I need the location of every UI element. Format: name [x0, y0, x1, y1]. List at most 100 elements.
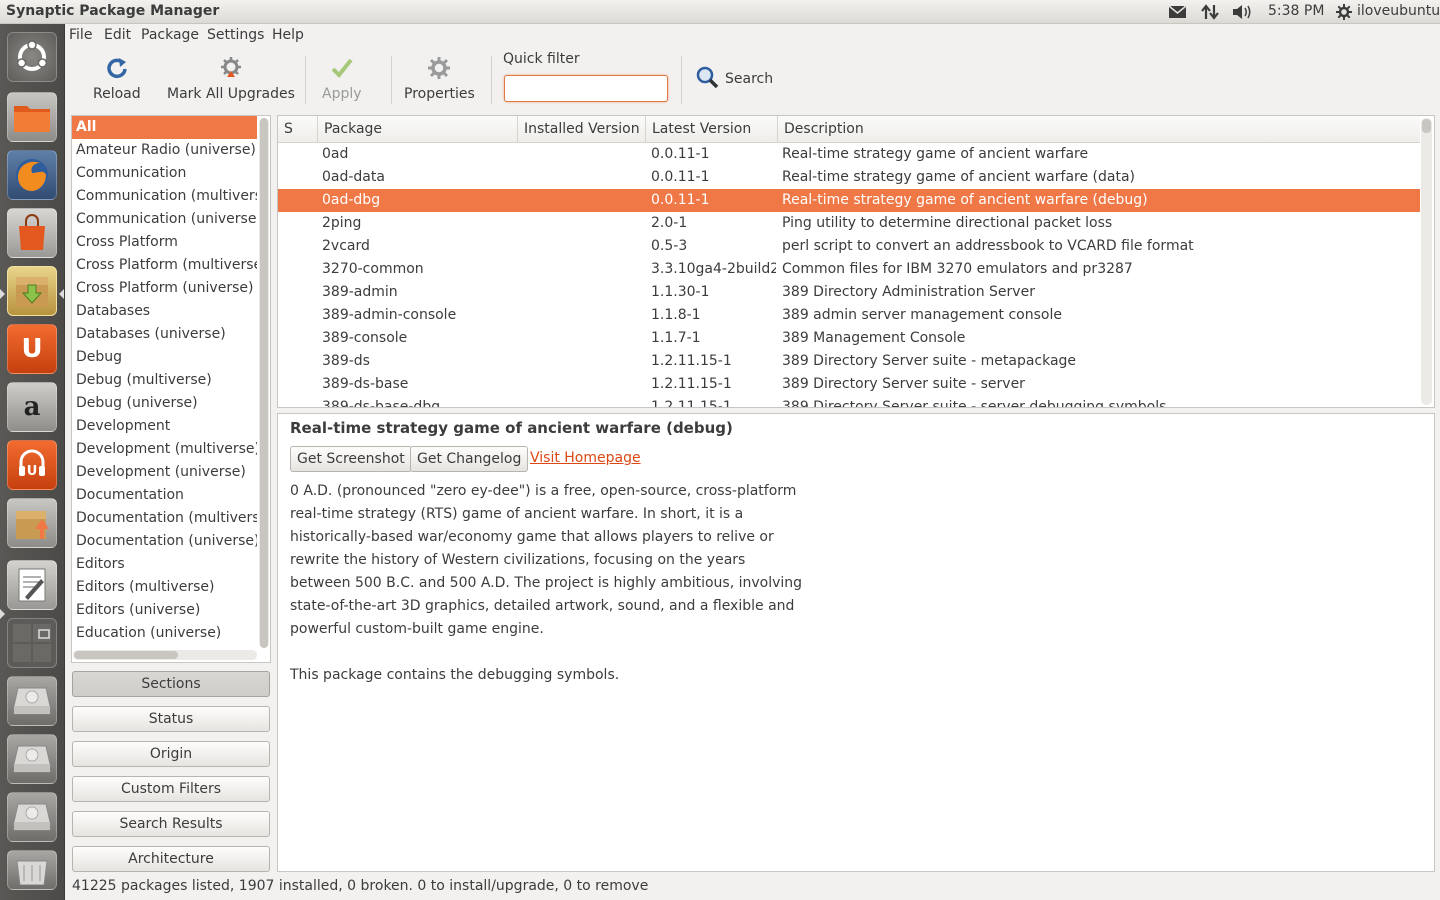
category-item[interactable]: Editors (universe)	[72, 599, 257, 622]
package-vertical-scrollbar[interactable]	[1421, 118, 1432, 405]
category-item[interactable]: Communication (universe)	[72, 208, 257, 231]
category-item[interactable]: Documentation (universe)	[72, 530, 257, 553]
category-item[interactable]: Databases (universe)	[72, 323, 257, 346]
apply-button[interactable]: Apply	[322, 52, 362, 108]
column-latest-version[interactable]: Latest Version	[646, 116, 778, 143]
table-row[interactable]: 389-console 1.1.7-1 389 Management Console	[278, 327, 1420, 350]
category-item[interactable]: All	[72, 116, 257, 139]
table-row[interactable]: 2ping 2.0-1 Ping utility to determine dire…	[278, 212, 1420, 235]
category-item[interactable]: Documentation (multiverse)	[72, 507, 257, 530]
table-row[interactable]: 0ad-dbg 0.0.11-1 Real-time strategy game o…	[278, 189, 1420, 212]
gear-icon[interactable]	[1336, 4, 1352, 24]
trash-icon[interactable]	[7, 850, 57, 890]
category-item[interactable]: Debug (universe)	[72, 392, 257, 415]
menu-file[interactable]: File	[69, 27, 92, 43]
table-row[interactable]: 389-ds 1.2.11.15-1 389 Directory Server su…	[278, 350, 1420, 373]
table-row[interactable]: 2vcard 0.5-3 perl script to convert an add…	[278, 235, 1420, 258]
mail-icon[interactable]	[1168, 5, 1187, 23]
table-row[interactable]: 389-admin 1.1.30-1 389 Directory Administr…	[278, 281, 1420, 304]
category-item[interactable]: Development (multiverse)	[72, 438, 257, 461]
category-item[interactable]: Communication (multiverse)	[72, 185, 257, 208]
latest-version: 1.2.11.15-1	[651, 376, 732, 392]
column-status[interactable]: S	[278, 116, 318, 143]
package-name: 2vcard	[322, 238, 370, 254]
custom-filters-button[interactable]: Custom Filters	[72, 776, 270, 802]
update-manager-icon[interactable]	[7, 498, 57, 548]
category-item[interactable]: Communication	[72, 162, 257, 185]
category-item[interactable]: Editors	[72, 553, 257, 576]
quick-filter-input[interactable]	[504, 75, 668, 102]
package-description: 389 Management Console	[782, 330, 966, 346]
software-center-icon[interactable]	[7, 208, 57, 258]
category-item[interactable]: Editors (multiverse)	[72, 576, 257, 599]
menu-settings[interactable]: Settings	[207, 27, 264, 43]
drive-icon[interactable]	[7, 676, 57, 726]
category-item[interactable]: Education (universe)	[72, 622, 257, 645]
category-item[interactable]: Cross Platform (universe)	[72, 277, 257, 300]
table-row[interactable]: 0ad 0.0.11-1 Real-time strategy game of an…	[278, 143, 1420, 166]
clock[interactable]: 5:38 PM	[1268, 3, 1324, 19]
ubuntu-one-icon[interactable]: U	[7, 324, 57, 374]
menu-edit[interactable]: Edit	[104, 27, 131, 43]
drive-icon[interactable]	[7, 792, 57, 842]
gear-icon	[426, 52, 452, 84]
files-folder-icon[interactable]	[7, 92, 57, 142]
reload-button[interactable]: Reload	[93, 52, 141, 108]
properties-button[interactable]: Properties	[404, 52, 475, 108]
category-horizontal-scrollbar[interactable]	[73, 650, 257, 660]
search-button[interactable]: Search	[695, 65, 773, 93]
top-panel: Synaptic Package Manager 5:38 PM iloveub…	[0, 0, 1440, 24]
package-description: 389 Directory Server suite - server debu…	[782, 399, 1167, 408]
category-item[interactable]: Cross Platform	[72, 231, 257, 254]
visit-homepage-link[interactable]: Visit Homepage	[530, 450, 641, 466]
toolbar-separator	[681, 56, 682, 104]
column-installed-version[interactable]: Installed Version	[518, 116, 646, 143]
menu-package[interactable]: Package	[141, 27, 199, 43]
latest-version: 0.0.11-1	[651, 146, 710, 162]
table-row[interactable]: 0ad-data 0.0.11-1 Real-time strategy game …	[278, 166, 1420, 189]
status-button[interactable]: Status	[72, 706, 270, 732]
category-item[interactable]: Development (universe)	[72, 461, 257, 484]
ubuntu-dash-icon[interactable]	[7, 32, 57, 82]
sections-button[interactable]: Sections	[72, 671, 270, 697]
network-icon[interactable]	[1201, 4, 1219, 24]
workspace-switcher-icon[interactable]	[7, 618, 57, 668]
category-item[interactable]: Debug (multiverse)	[72, 369, 257, 392]
table-header: S Package Installed Version Latest Versi…	[278, 116, 1420, 143]
table-row[interactable]: 3270-common 3.3.10ga4-2build2 Common files…	[278, 258, 1420, 281]
mark-all-upgrades-icon	[218, 52, 244, 84]
get-changelog-button[interactable]: Get Changelog	[410, 446, 529, 472]
firefox-icon[interactable]	[7, 150, 57, 200]
package-table[interactable]: S Package Installed Version Latest Versi…	[277, 115, 1435, 408]
amazon-icon[interactable]: a	[7, 382, 57, 432]
category-item[interactable]: Cross Platform (multiverse)	[72, 254, 257, 277]
architecture-button[interactable]: Architecture	[72, 846, 270, 872]
column-package[interactable]: Package	[318, 116, 518, 143]
table-row[interactable]: 389-ds-base-dbg 1.2.11.15-1 389 Directory …	[278, 396, 1420, 408]
apply-label: Apply	[322, 86, 362, 102]
category-item[interactable]: Databases	[72, 300, 257, 323]
category-item[interactable]: Documentation	[72, 484, 257, 507]
synaptic-download-icon[interactable]	[7, 266, 57, 316]
ubuntu-one-music-icon[interactable]: U	[7, 440, 57, 490]
category-item[interactable]: Development	[72, 415, 257, 438]
package-description: Real-time strategy game of ancient warfa…	[782, 169, 1135, 185]
table-row[interactable]: 389-ds-base 1.2.11.15-1 389 Directory Serv…	[278, 373, 1420, 396]
category-item[interactable]: Amateur Radio (universe)	[72, 139, 257, 162]
category-vertical-scrollbar[interactable]	[259, 118, 269, 648]
text-editor-icon[interactable]	[7, 560, 57, 610]
user-name[interactable]: iloveubuntu	[1357, 3, 1440, 19]
get-screenshot-button[interactable]: Get Screenshot	[290, 446, 412, 472]
column-description[interactable]: Description	[778, 116, 1420, 143]
volume-icon[interactable]	[1232, 4, 1252, 24]
search-results-button[interactable]: Search Results	[72, 811, 270, 837]
category-item[interactable]: Debug	[72, 346, 257, 369]
origin-button[interactable]: Origin	[72, 741, 270, 767]
menu-help[interactable]: Help	[272, 27, 304, 43]
drive-icon[interactable]	[7, 734, 57, 784]
mark-all-upgrades-button[interactable]: Mark All Upgrades	[167, 52, 295, 108]
table-row[interactable]: 389-admin-console 1.1.8-1 389 admin server…	[278, 304, 1420, 327]
package-name: 389-ds-base	[322, 376, 409, 392]
category-list[interactable]: All Amateur Radio (universe) Communicati…	[71, 115, 271, 663]
package-name: 389-ds-base-dbg	[322, 399, 441, 408]
